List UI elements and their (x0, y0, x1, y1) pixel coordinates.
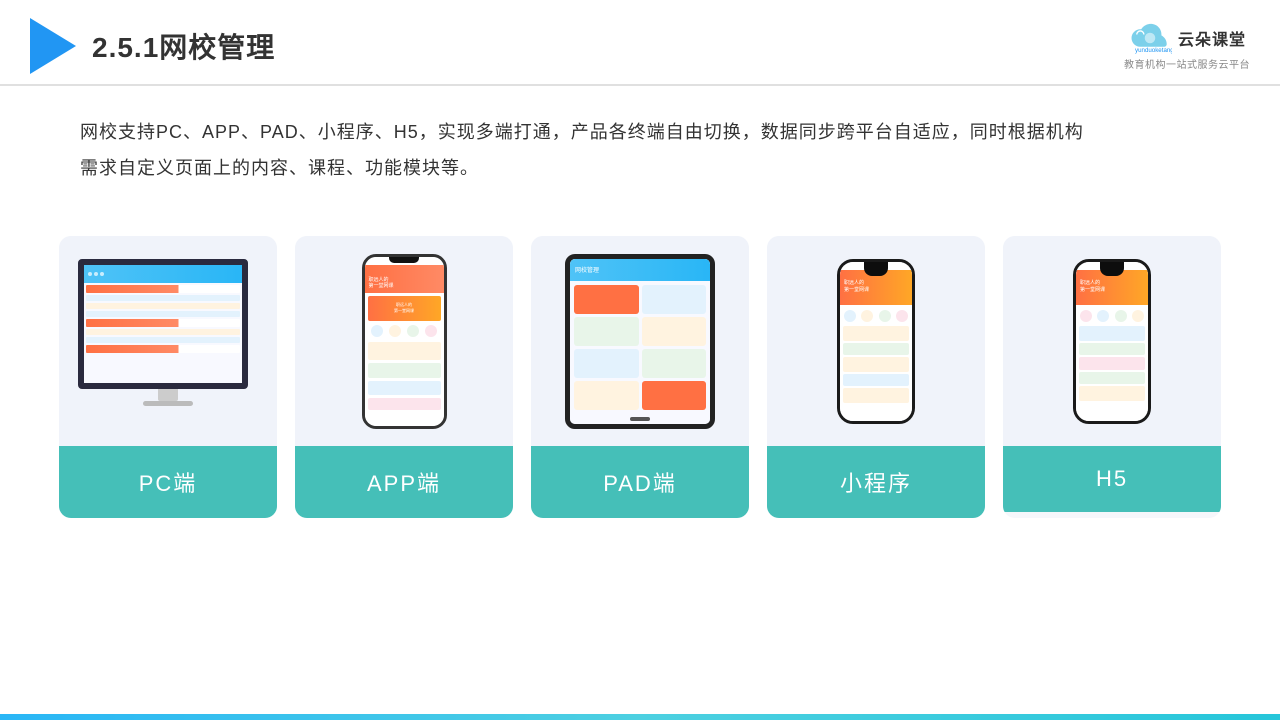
bottom-decorative-bar (0, 714, 1280, 720)
cards-section: PC端 职远人的第一堂网课 职远人的第一堂网课 (0, 206, 1280, 548)
h5-device-mockup: 职远人的第一堂网课 (1073, 259, 1151, 424)
card-pc-label: PC端 (59, 446, 277, 518)
brand-tagline: 教育机构一站式服务云平台 (1124, 56, 1250, 71)
cloud-logo-icon: yunduoketang.com (1128, 22, 1172, 54)
card-h5: 职远人的第一堂网课 (1003, 236, 1221, 518)
miniprogram-device-mockup: 职远人的第一堂网课 (837, 259, 915, 424)
card-app-image: 职远人的第一堂网课 职远人的第一堂网课 (295, 236, 513, 446)
card-miniprogram-label: 小程序 (767, 446, 985, 518)
card-pad-label: PAD端 (531, 446, 749, 518)
svg-text:yunduoketang.com: yunduoketang.com (1135, 47, 1172, 54)
card-miniprogram: 职远人的第一堂网课 (767, 236, 985, 518)
page-header: 2.5.1网校管理 yunduoketang.com 云朵课堂 教育机构一站式服… (0, 0, 1280, 86)
app-device-mockup: 职远人的第一堂网课 职远人的第一堂网课 (362, 254, 447, 429)
card-miniprogram-image: 职远人的第一堂网课 (767, 236, 985, 446)
pad-device-mockup: 网校管理 (565, 254, 715, 429)
pc-device-mockup (78, 259, 258, 424)
header-right: yunduoketang.com 云朵课堂 教育机构一站式服务云平台 (1124, 22, 1250, 71)
card-pad: 网校管理 PAD端 (531, 236, 749, 518)
card-h5-label: H5 (1003, 446, 1221, 512)
card-app-label: APP端 (295, 446, 513, 518)
card-pc-image (59, 236, 277, 446)
card-h5-image: 职远人的第一堂网课 (1003, 236, 1221, 446)
logo-triangle-icon (30, 18, 76, 74)
description-text: 网校支持PC、APP、PAD、小程序、H5，实现多端打通，产品各终端自由切换，数… (80, 122, 1084, 142)
brand-logo: yunduoketang.com 云朵课堂 (1128, 22, 1246, 54)
description-text-2: 需求自定义页面上的内容、课程、功能模块等。 (80, 158, 479, 178)
card-pc: PC端 (59, 236, 277, 518)
page-description: 网校支持PC、APP、PAD、小程序、H5，实现多端打通，产品各终端自由切换，数… (0, 86, 1280, 196)
card-app: 职远人的第一堂网课 职远人的第一堂网课 (295, 236, 513, 518)
card-pad-image: 网校管理 (531, 236, 749, 446)
brand-name: 云朵课堂 (1178, 26, 1246, 50)
header-left: 2.5.1网校管理 (30, 18, 275, 74)
page-title: 2.5.1网校管理 (92, 26, 275, 66)
